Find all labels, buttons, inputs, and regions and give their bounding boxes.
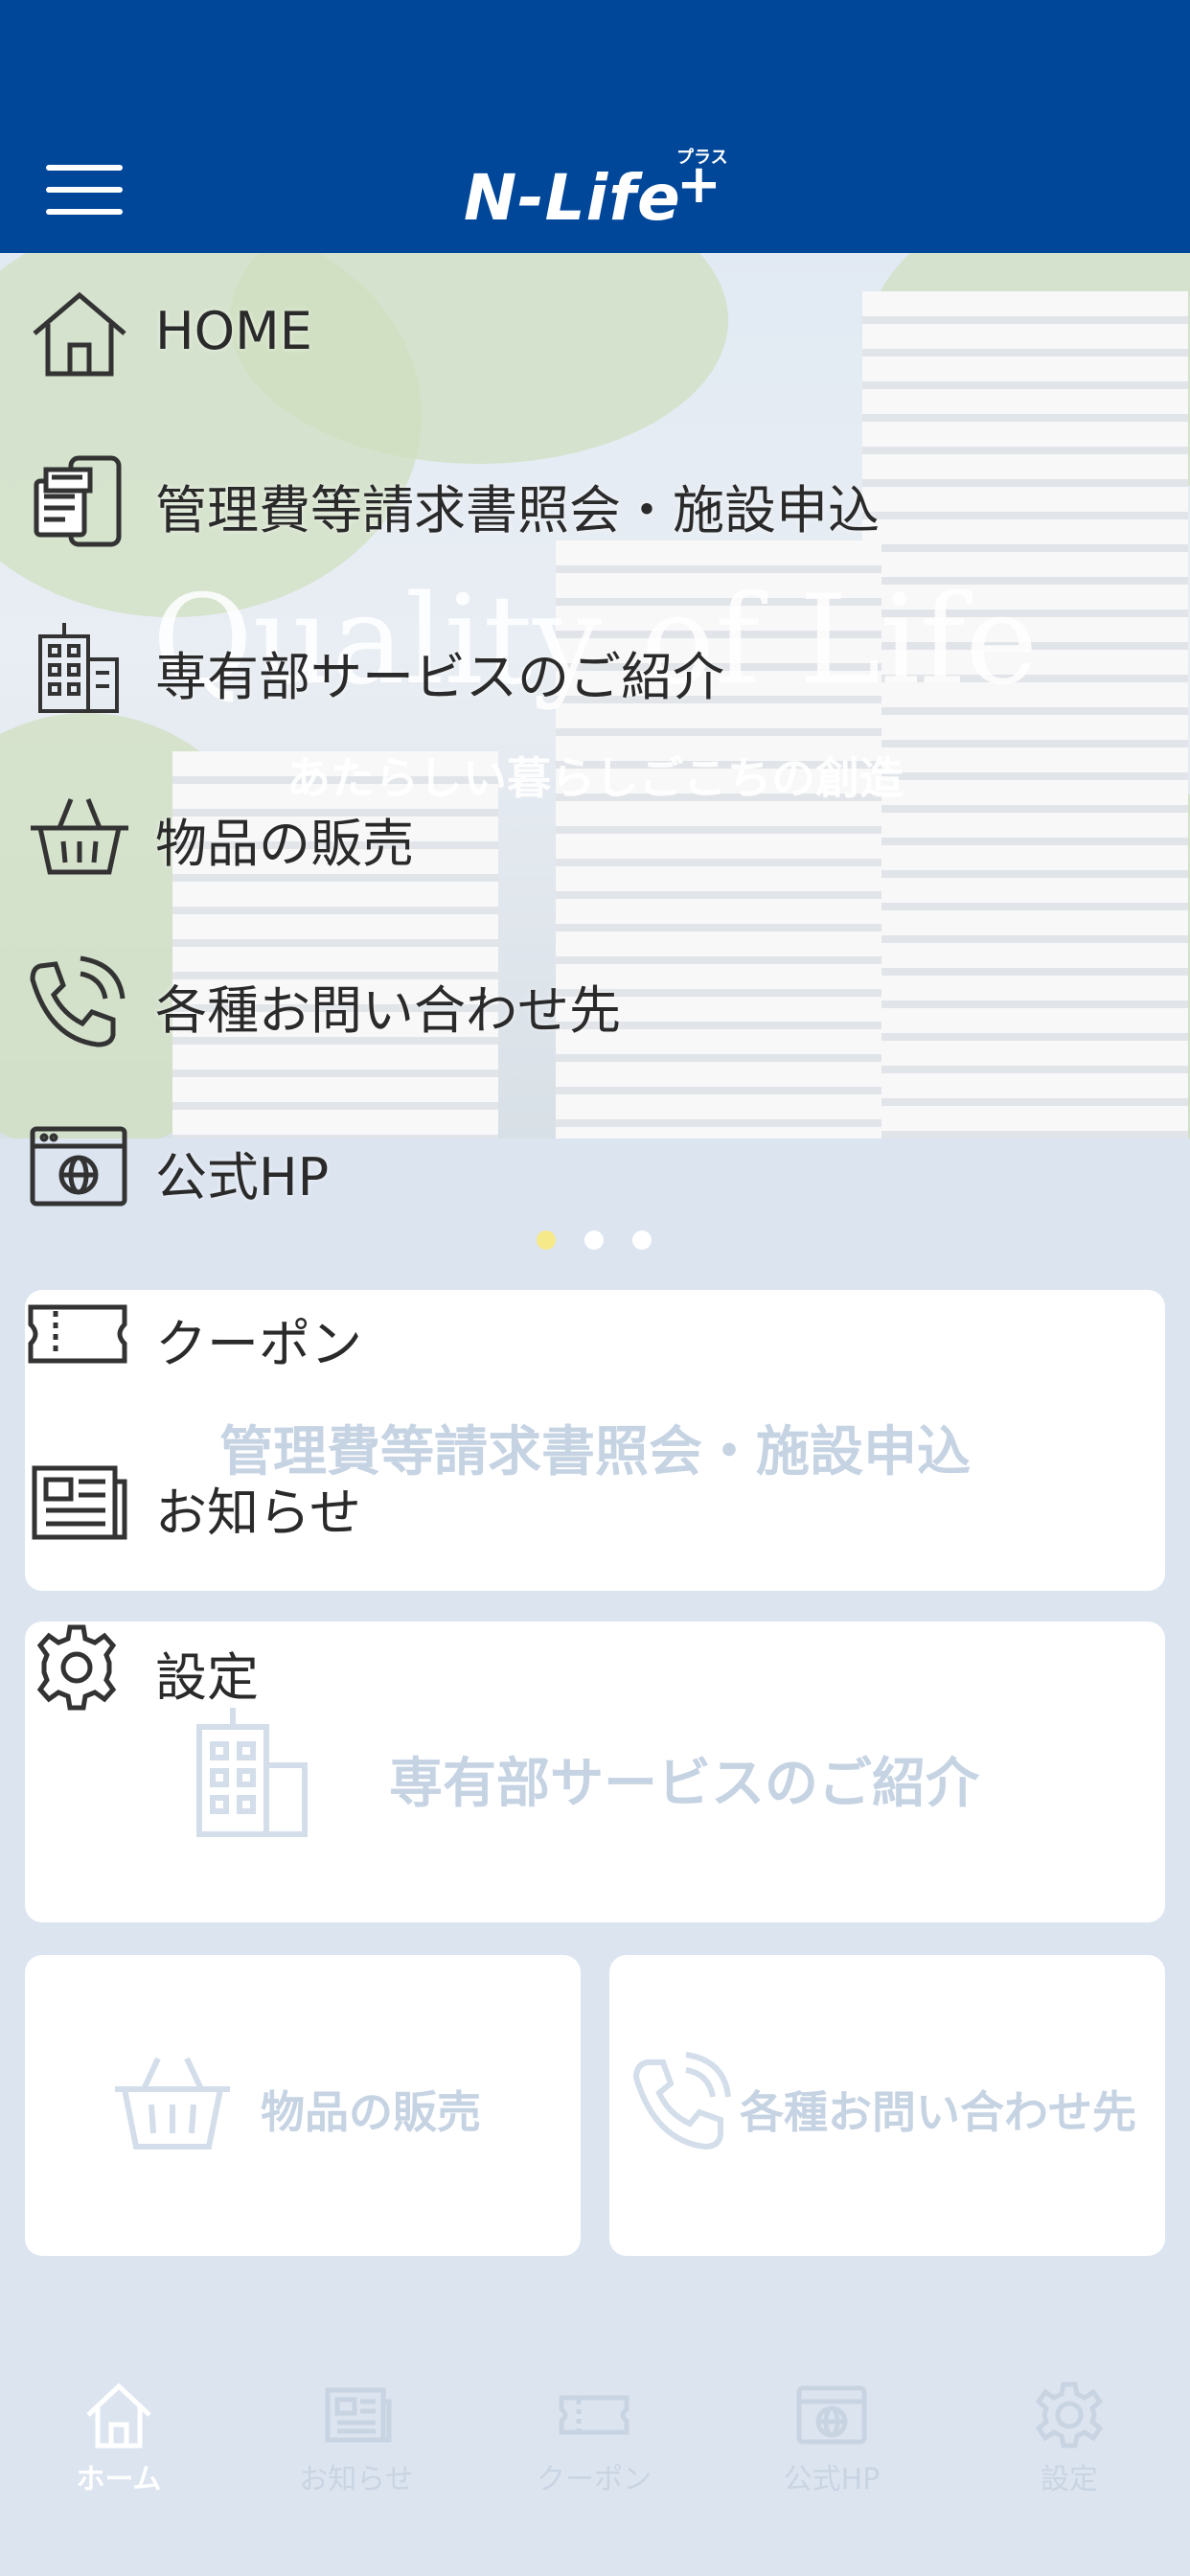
menu-item-home[interactable]: HOME	[27, 272, 985, 397]
shop-card[interactable]: 物品の販売	[25, 1955, 581, 2256]
building-icon	[38, 623, 119, 713]
menu-item-shop[interactable]: 物品の販売	[27, 772, 985, 897]
logo-text: N-Life	[464, 161, 681, 235]
browser-icon	[30, 1126, 127, 1207]
app-header: N-Life + プラス	[0, 0, 1190, 253]
menu-item-coupon[interactable]: クーポン	[27, 1273, 985, 1397]
menu-item-official-hp[interactable]: 公式HP	[27, 1106, 985, 1230]
menu-item-label: 設定	[155, 1647, 259, 1708]
contact-card[interactable]: 各種お問い合わせ先	[609, 1955, 1165, 2256]
gear-icon	[36, 1624, 117, 1711]
tab-settings[interactable]: 設定	[950, 2338, 1188, 2530]
tab-label: お知らせ	[299, 2463, 414, 2496]
menu-item-invoice[interactable]: 管理費等請求書照会・施設申込	[27, 439, 985, 564]
newspaper-icon	[32, 1465, 127, 1540]
tab-news[interactable]: お知らせ	[238, 2338, 475, 2530]
phone-icon	[30, 955, 126, 1047]
home-icon	[86, 2382, 151, 2449]
menu-item-label: 専有部サービスのご紹介	[155, 647, 724, 707]
ticket-icon	[559, 2395, 629, 2435]
tab-label: 設定	[1041, 2463, 1098, 2496]
menu-toggle-icon[interactable]	[46, 165, 123, 215]
basket-icon	[31, 798, 128, 875]
menu-item-label: 物品の販売	[155, 814, 414, 874]
invoice-icon	[34, 455, 122, 547]
tab-label: ホーム	[76, 2463, 162, 2496]
basket-icon	[115, 2057, 230, 2150]
tab-label: 公式HP	[783, 2463, 881, 2496]
gear-icon	[1035, 2381, 1104, 2449]
menu-item-services[interactable]: 専有部サービスのご紹介	[27, 606, 985, 730]
menu-item-news[interactable]: お知らせ	[27, 1441, 985, 1566]
bottom-tab-bar: ホーム お知らせ クーポン 公式HP 設定	[0, 2338, 1190, 2576]
tab-label: クーポン	[537, 2463, 652, 2496]
menu-item-label: 公式HP	[155, 1147, 330, 1208]
app-logo: N-Life + プラス	[460, 144, 747, 240]
menu-item-settings[interactable]: 設定	[27, 1606, 985, 1731]
browser-icon	[796, 2385, 867, 2445]
menu-item-contact[interactable]: 各種お問い合わせ先	[27, 939, 985, 1064]
shop-card-label: 物品の販売	[261, 2086, 481, 2138]
newspaper-icon	[325, 2387, 392, 2443]
tab-home[interactable]: ホーム	[0, 2338, 238, 2530]
ticket-icon	[28, 1304, 127, 1364]
tab-official-hp[interactable]: 公式HP	[713, 2338, 950, 2530]
menu-item-label: クーポン	[155, 1314, 362, 1374]
phone-icon	[632, 2052, 731, 2150]
home-icon	[33, 291, 126, 377]
menu-item-label: 各種お問い合わせ先	[155, 980, 621, 1041]
logo-kana: プラス	[676, 148, 728, 168]
contact-card-label: 各種お問い合わせ先	[740, 2086, 1136, 2138]
menu-item-label: お知らせ	[155, 1483, 361, 1543]
menu-item-label: HOME	[155, 301, 312, 361]
tab-coupon[interactable]: クーポン	[475, 2338, 713, 2530]
menu-item-label: 管理費等請求書照会・施設申込	[155, 480, 880, 540]
side-menu: HOME 管理費等請求書照会・施設申込 専有部サービスのご紹介 物品の販売 各種…	[0, 253, 1190, 1786]
